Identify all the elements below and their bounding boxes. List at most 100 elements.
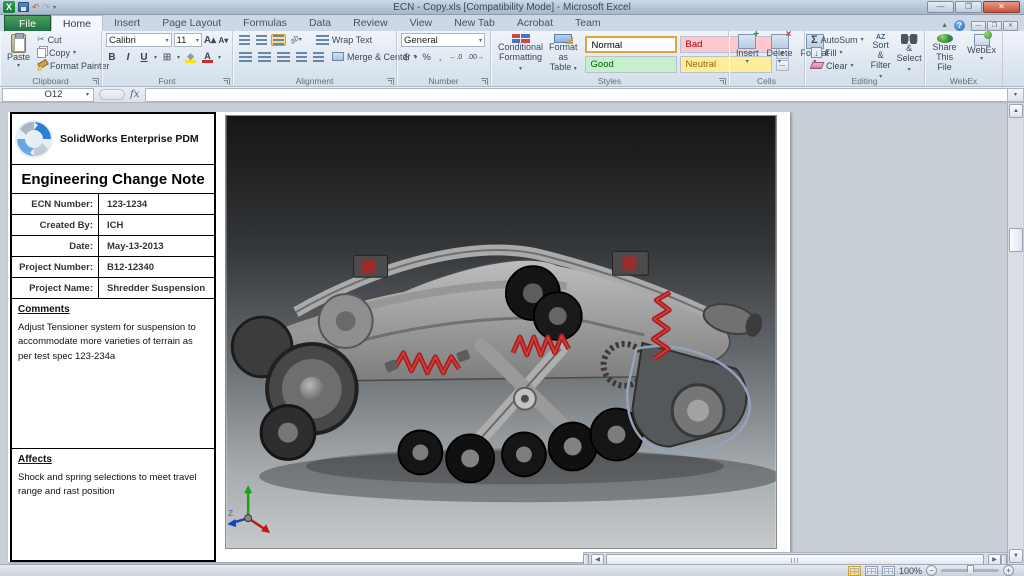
cut-button[interactable]: ✂ Cut	[35, 33, 112, 46]
font-color-dropdown-icon[interactable]: ▾	[218, 54, 221, 61]
ribbon-collapse-icon[interactable]: ▲	[941, 22, 948, 29]
align-middle-button[interactable]	[254, 34, 269, 46]
field-row-created-by[interactable]: Created By: ICH	[12, 215, 214, 236]
share-this-file-button[interactable]: Share This File	[929, 33, 960, 74]
tab-view[interactable]: View	[399, 15, 444, 31]
increase-decimal-icon[interactable]: ←.0	[446, 54, 465, 61]
document-title-row[interactable]: Engineering Change Note	[12, 165, 214, 194]
field-row-project-number[interactable]: Project Number: B12-12340	[12, 257, 214, 278]
autosum-button[interactable]: Σ AutoSum ▾	[809, 33, 866, 46]
styles-dialog-launcher-icon[interactable]	[719, 78, 726, 85]
align-top-button[interactable]	[237, 34, 252, 46]
scroll-up-icon[interactable]: ▲	[1009, 104, 1023, 118]
doc-close-button[interactable]: ✕	[1003, 20, 1018, 31]
tab-data[interactable]: Data	[298, 15, 342, 31]
insert-cells-button[interactable]: + Insert ▾	[733, 29, 762, 74]
field-row-project-name[interactable]: Project Name: Shredder Suspension	[12, 278, 214, 299]
zoom-out-icon[interactable]: −	[926, 565, 937, 576]
clear-button[interactable]: Clear ▾	[809, 59, 866, 72]
delete-cells-button[interactable]: × Delete ▾	[764, 29, 796, 74]
tab-file[interactable]: File	[4, 15, 51, 31]
increase-indent-icon[interactable]	[311, 51, 326, 63]
insert-function-icon[interactable]: fx	[130, 89, 139, 100]
align-left-button[interactable]	[237, 51, 254, 63]
tab-review[interactable]: Review	[342, 15, 398, 31]
cell-style-normal[interactable]: Normal	[584, 36, 677, 53]
comments-section[interactable]: Comments Adjust Tensioner system for sus…	[12, 299, 214, 449]
zoom-in-icon[interactable]: +	[1003, 565, 1014, 576]
tab-home[interactable]: Home	[50, 15, 103, 31]
align-right-button[interactable]	[275, 51, 292, 63]
tab-team[interactable]: Team	[564, 15, 612, 31]
shrink-font-icon[interactable]: A▾	[218, 36, 229, 45]
font-size-select[interactable]: 11 ▾	[173, 33, 202, 47]
alignment-dialog-launcher-icon[interactable]	[387, 78, 394, 85]
orientation-icon[interactable]: ab ▾	[288, 33, 304, 45]
align-bottom-button[interactable]	[271, 33, 286, 46]
font-dialog-launcher-icon[interactable]	[223, 78, 230, 85]
paste-dropdown-icon[interactable]: ▾	[17, 63, 20, 70]
page-layout-view-icon[interactable]	[864, 565, 878, 576]
sort-filter-button[interactable]: AZ Sort & Filter ▾	[868, 33, 894, 80]
formula-bar-expand-icon[interactable]: ▾	[1007, 87, 1024, 102]
tab-insert[interactable]: Insert	[103, 15, 151, 31]
field-row-date[interactable]: Date: May-13-2013	[12, 236, 214, 257]
conditional-formatting-button[interactable]: Conditional Formatting ▾	[495, 33, 546, 74]
number-dialog-launcher-icon[interactable]	[481, 78, 488, 85]
cad-render-image[interactable]: Z	[225, 115, 777, 549]
cell-style-good[interactable]: Good	[584, 56, 677, 73]
normal-view-icon[interactable]	[847, 565, 861, 576]
fill-color-icon[interactable]: ◈	[184, 51, 197, 63]
decrease-indent-icon[interactable]	[294, 51, 309, 63]
affects-section[interactable]: Affects Shock and spring selections to m…	[12, 449, 214, 559]
tab-page-layout[interactable]: Page Layout	[151, 15, 232, 31]
formula-input[interactable]	[145, 87, 1007, 102]
borders-icon[interactable]: ⊞	[161, 52, 173, 63]
copy-button[interactable]: Copy ▾	[35, 46, 112, 59]
tab-formulas[interactable]: Formulas	[232, 15, 298, 31]
font-family-select[interactable]: Calibri ▾	[106, 33, 172, 47]
name-box-dropdown-icon[interactable]: ▾	[86, 91, 89, 98]
name-box[interactable]: O12 ▾	[2, 87, 94, 102]
fill-button[interactable]: ↓ Fill ▾	[809, 46, 866, 59]
accounting-format-icon[interactable]: $	[401, 52, 412, 63]
brand-row[interactable]: SolidWorks Enterprise PDM	[12, 114, 214, 165]
field-row-ecn-number[interactable]: ECN Number: 123-1234	[12, 194, 214, 215]
vscroll-thumb[interactable]	[1009, 228, 1023, 252]
align-center-button[interactable]	[256, 51, 273, 63]
bold-button[interactable]: B	[106, 52, 118, 63]
page-break-view-icon[interactable]	[881, 565, 895, 576]
zoom-level[interactable]: 100%	[899, 566, 922, 576]
clipboard-dialog-launcher-icon[interactable]	[92, 78, 99, 85]
webex-button[interactable]: WebEx ▾	[964, 31, 999, 74]
zoom-slider-handle[interactable]	[967, 565, 974, 575]
worksheet-page[interactable]: SolidWorks Enterprise PDM Engineering Ch…	[8, 112, 791, 562]
number-format-select[interactable]: General ▾	[401, 33, 485, 47]
doc-restore-button[interactable]: ❐	[987, 20, 1002, 31]
comma-style-icon[interactable]: ,	[436, 52, 445, 63]
format-painter-button[interactable]: Format Painter	[35, 59, 112, 72]
group-styles: Conditional Formatting ▾ Format as Table…	[491, 31, 789, 86]
underline-button[interactable]: U	[138, 52, 150, 63]
find-select-button[interactable]: Find & Select ▾	[894, 33, 925, 74]
tab-acrobat[interactable]: Acrobat	[506, 15, 564, 31]
minimize-button[interactable]: —	[927, 1, 954, 13]
doc-minimize-button[interactable]: —	[971, 20, 986, 31]
paste-button[interactable]: Paste ▾	[4, 33, 33, 70]
percent-style-icon[interactable]: %	[419, 52, 433, 63]
borders-dropdown-icon[interactable]: ▾	[177, 54, 180, 61]
close-button[interactable]: ✕	[983, 1, 1020, 13]
help-icon[interactable]: ?	[954, 20, 965, 31]
decrease-decimal-icon[interactable]: .00→	[467, 54, 484, 61]
font-color-icon[interactable]: A	[201, 51, 214, 63]
grow-font-icon[interactable]: A▴	[204, 35, 216, 46]
accounting-dropdown-icon[interactable]: ▾	[414, 54, 417, 61]
scroll-down-icon[interactable]: ▼	[1009, 549, 1023, 563]
underline-dropdown-icon[interactable]: ▾	[154, 54, 157, 61]
zoom-slider[interactable]	[941, 565, 999, 575]
wrap-text-button[interactable]: Wrap Text	[314, 33, 374, 46]
tab-new-tab[interactable]: New Tab	[443, 15, 506, 31]
restore-button[interactable]: ❐	[955, 1, 982, 13]
format-as-table-button[interactable]: Format as Table ▾	[546, 33, 581, 74]
italic-button[interactable]: I	[122, 52, 134, 63]
